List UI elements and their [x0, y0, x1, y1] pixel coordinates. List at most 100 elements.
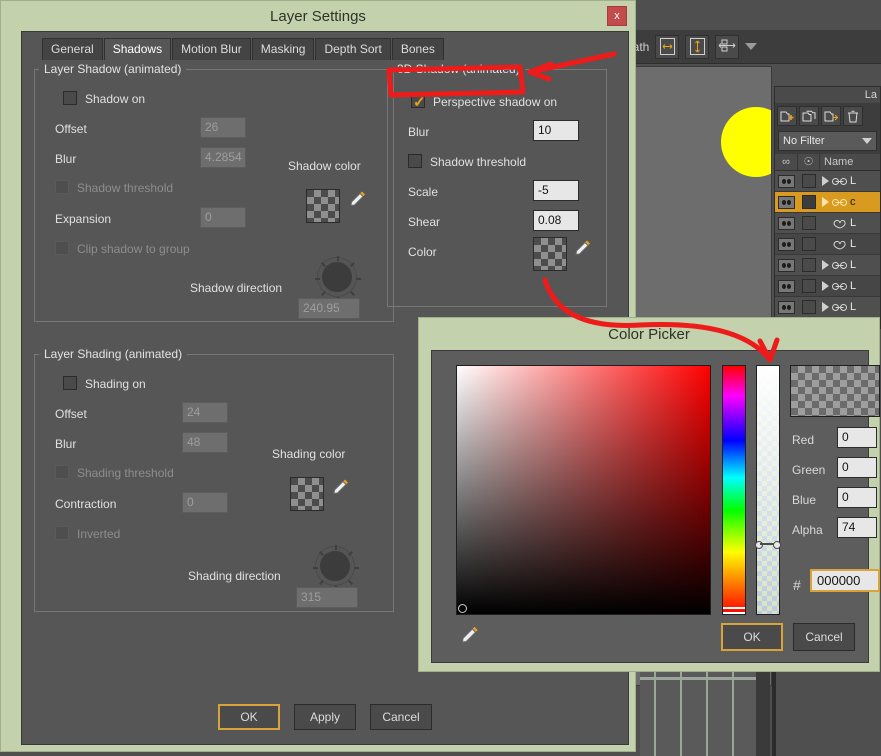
layer-name-cell[interactable]: c	[820, 196, 880, 208]
chevron-down-icon[interactable]	[745, 43, 758, 50]
table-row[interactable]: L	[775, 297, 880, 318]
visibility-toggle[interactable]	[775, 195, 798, 209]
hue-slider[interactable]	[722, 365, 746, 615]
add-layer-icon[interactable]	[777, 106, 797, 126]
visibility-toggle[interactable]	[775, 300, 798, 314]
visibility-toggle[interactable]	[775, 237, 798, 251]
lock-icon	[802, 279, 816, 293]
eye-icon	[778, 279, 795, 293]
shadow3d-shear-input[interactable]: 0.08	[533, 210, 579, 231]
alpha-slider-handle[interactable]	[755, 541, 781, 549]
eyedropper-icon[interactable]	[457, 623, 479, 645]
layer-name-label: L	[850, 301, 857, 313]
alpha-input[interactable]: 74	[837, 517, 877, 538]
table-row[interactable]: L	[775, 255, 880, 276]
red-input[interactable]: 0	[837, 427, 877, 448]
shadow3d-blur-input[interactable]: 10	[533, 120, 579, 141]
table-row[interactable]: L	[775, 276, 880, 297]
close-icon[interactable]: x	[607, 6, 627, 26]
visibility-toggle[interactable]	[775, 279, 798, 293]
delete-layer-icon[interactable]	[843, 106, 863, 126]
shadow-direction-dial[interactable]	[315, 256, 361, 302]
expand-triangle-icon[interactable]	[822, 302, 829, 312]
green-input[interactable]: 0	[837, 457, 877, 478]
expand-triangle-icon[interactable]	[822, 176, 829, 186]
tab-depth-sort[interactable]: Depth Sort	[315, 38, 391, 60]
table-row[interactable]: c	[775, 192, 880, 213]
alpha-slider[interactable]	[755, 365, 781, 615]
table-row[interactable]: L	[775, 234, 880, 255]
visibility-toggle[interactable]	[775, 216, 798, 230]
width-icon[interactable]	[655, 34, 680, 59]
table-row[interactable]: L	[775, 171, 880, 192]
lock-toggle[interactable]	[798, 174, 820, 188]
shadow-offset-input[interactable]: 26	[200, 117, 246, 138]
shadow-threshold-checkbox[interactable]	[55, 180, 69, 194]
lock-toggle[interactable]	[798, 258, 820, 272]
layer-name-cell[interactable]: L	[820, 259, 880, 271]
ok-button[interactable]: OK	[218, 704, 280, 730]
shadow3d-scale-input[interactable]: -5	[533, 180, 579, 201]
expand-triangle-icon[interactable]	[822, 197, 829, 207]
table-row[interactable]: L	[775, 213, 880, 234]
color-picker-ok-button[interactable]: OK	[721, 623, 783, 651]
eye-icon	[778, 258, 795, 272]
layer-name-cell[interactable]: L	[820, 175, 880, 187]
layer-filter-select[interactable]: No Filter	[778, 131, 877, 151]
layer-name-cell[interactable]: L	[820, 280, 880, 292]
lock-toggle[interactable]	[798, 300, 820, 314]
duplicate-layer-icon[interactable]	[799, 106, 819, 126]
eyedropper-icon[interactable]	[329, 476, 351, 498]
shadow3d-color-swatch[interactable]	[533, 237, 567, 271]
tab-bones[interactable]: Bones	[391, 38, 444, 60]
tab-shadows[interactable]: Shadows	[103, 38, 172, 60]
move-layer-icon[interactable]	[821, 106, 841, 126]
eyedropper-icon[interactable]	[346, 188, 368, 210]
shading-on-checkbox[interactable]	[63, 376, 77, 390]
shadow-direction-input[interactable]: 240.95	[298, 298, 360, 319]
shadow3d-threshold-checkbox[interactable]	[408, 154, 422, 168]
inverted-checkbox[interactable]	[55, 526, 69, 540]
lock-toggle[interactable]	[798, 195, 820, 209]
chevron-down-icon[interactable]	[862, 138, 872, 144]
shading-color-swatch[interactable]	[290, 477, 324, 511]
blue-input[interactable]: 0	[837, 487, 877, 508]
shadow-blur-input[interactable]: 4.2854	[200, 147, 246, 168]
apply-button[interactable]: Apply	[294, 704, 356, 730]
shading-blur-input[interactable]: 48	[182, 432, 228, 453]
shadow3d-blur-label: Blur	[408, 125, 430, 139]
dial-ticks	[313, 545, 359, 591]
perspective-shadow-checkbox[interactable]: ✓	[411, 94, 426, 111]
shading-threshold-checkbox[interactable]	[55, 465, 69, 479]
expand-triangle-icon[interactable]	[822, 281, 829, 291]
sv-cursor[interactable]	[458, 604, 467, 613]
visibility-toggle[interactable]	[775, 258, 798, 272]
shading-direction-dial[interactable]	[313, 545, 359, 591]
layer-name-cell[interactable]: L	[820, 238, 880, 250]
lock-toggle[interactable]	[798, 237, 820, 251]
shadow-on-checkbox[interactable]	[63, 91, 77, 105]
shadow-color-swatch[interactable]	[306, 189, 340, 223]
hex-input[interactable]: 000000	[810, 569, 880, 592]
layer-name-cell[interactable]: L	[820, 301, 880, 313]
tab-motion-blur[interactable]: Motion Blur	[172, 38, 251, 60]
tab-masking[interactable]: Masking	[251, 38, 315, 60]
height-icon[interactable]	[685, 34, 710, 59]
shading-contraction-input[interactable]: 0	[182, 492, 228, 513]
hue-slider-handle[interactable]	[723, 607, 745, 614]
shading-offset-input[interactable]: 24	[182, 402, 228, 423]
lock-toggle[interactable]	[798, 279, 820, 293]
layer-name-cell[interactable]: L	[820, 217, 880, 229]
cancel-button[interactable]: Cancel	[370, 704, 432, 730]
transform-icon[interactable]	[715, 34, 740, 59]
clip-shadow-checkbox[interactable]	[55, 241, 69, 255]
shadow-expansion-input[interactable]: 0	[200, 207, 246, 228]
lock-toggle[interactable]	[798, 216, 820, 230]
shading-direction-input[interactable]: 315	[296, 587, 358, 608]
tab-general[interactable]: General	[42, 38, 103, 60]
expand-triangle-icon[interactable]	[822, 260, 829, 270]
saturation-value-field[interactable]	[456, 365, 711, 615]
eyedropper-icon[interactable]	[571, 237, 593, 259]
color-picker-cancel-button[interactable]: Cancel	[793, 623, 855, 651]
visibility-toggle[interactable]	[775, 174, 798, 188]
